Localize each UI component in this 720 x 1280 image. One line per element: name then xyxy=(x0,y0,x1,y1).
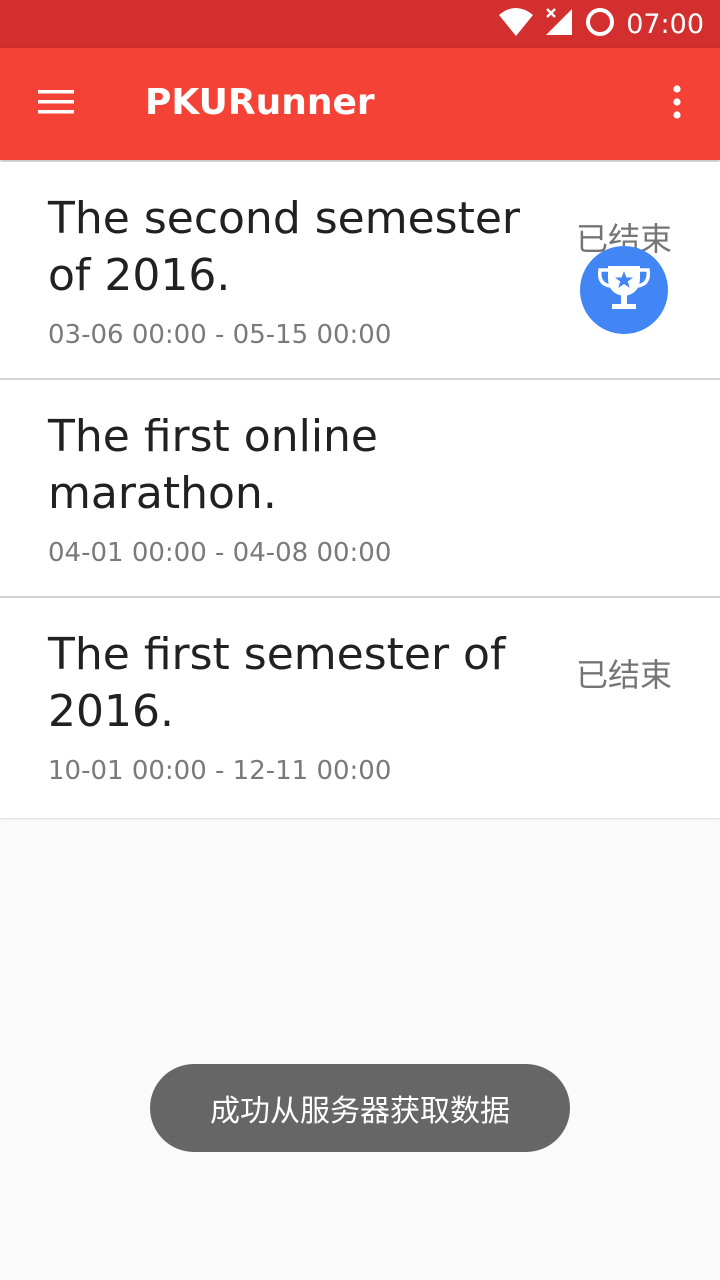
toast-message: 成功从服务器获取数据 xyxy=(150,1064,570,1152)
event-status: 已结束 xyxy=(575,656,672,694)
status-icons: 07:00 xyxy=(498,0,704,48)
status-bar: 07:00 xyxy=(0,0,720,48)
signal-no-data-icon xyxy=(544,7,574,41)
trophy-icon xyxy=(594,260,654,320)
overflow-menu-button[interactable] xyxy=(652,74,702,134)
sync-icon xyxy=(584,6,616,42)
trophy-badge xyxy=(580,246,668,334)
wifi-icon xyxy=(498,7,534,41)
event-title: The second semester of 2016. xyxy=(48,193,520,301)
status-time: 07:00 xyxy=(626,8,704,40)
event-card[interactable]: The first online marathon. 04-01 00:00 -… xyxy=(0,380,720,598)
event-time-range: 03-06 00:00 - 05-15 00:00 xyxy=(48,320,392,350)
app-bar: PKURunner xyxy=(0,48,720,160)
menu-button[interactable] xyxy=(22,74,90,134)
app-title: PKURunner xyxy=(145,82,375,123)
event-title: The first online marathon. xyxy=(48,411,378,519)
event-time-range: 10-01 00:00 - 12-11 00:00 xyxy=(48,756,392,786)
event-title: The first semester of 2016. xyxy=(48,629,506,737)
event-card[interactable]: The first semester of 2016. 10-01 00:00 … xyxy=(0,598,720,818)
more-vert-icon xyxy=(671,84,683,124)
event-time-range: 04-01 00:00 - 04-08 00:00 xyxy=(48,538,392,568)
hamburger-menu-icon xyxy=(36,87,76,121)
